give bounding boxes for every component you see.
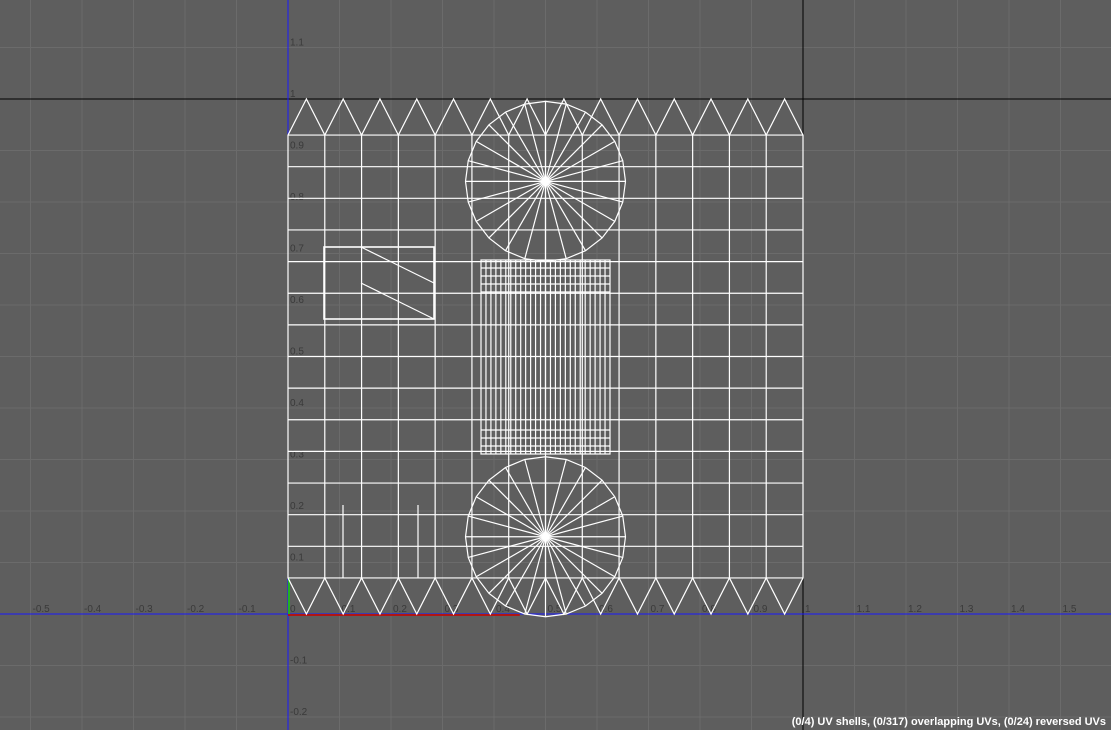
uv-shell-cap-bottom[interactable] xyxy=(464,456,627,618)
uv-shell-cap-top[interactable] xyxy=(464,100,627,263)
u-tick-label: 0.2 xyxy=(393,604,407,615)
uv-edge-diagonal xyxy=(360,246,435,284)
uv-tooth-top xyxy=(692,97,730,136)
uv-shell-side-border xyxy=(323,246,435,320)
uv-edge-diagonal xyxy=(360,282,435,320)
uv-tooth-top xyxy=(765,97,804,136)
uv-cap-top-spoke xyxy=(545,160,623,182)
uv-cap-bottom-spoke xyxy=(524,459,547,537)
uv-canvas[interactable]: -0.5 -0.4 -0.3 -0.2 -0.1 0 0.1 0.2 0.3 0.4 0.5 0.6 0… xyxy=(0,0,1111,730)
uv-tooth-top xyxy=(728,97,767,136)
u-tick-label: 1 xyxy=(805,604,811,615)
uv-tooth-top xyxy=(434,97,473,136)
uv-cap-top-spoke xyxy=(544,181,567,259)
uv-cap-bottom-spoke xyxy=(544,536,567,615)
u-tick-label: -0.2 xyxy=(187,604,205,615)
uv-cap-top-spoke xyxy=(468,160,546,182)
v-tick-label: 0.5 xyxy=(290,347,304,358)
u-tick-label: -0.4 xyxy=(84,604,102,615)
uv-tooth-top xyxy=(655,97,694,136)
uv-statistics-readout: (0/4) UV shells, (0/317) overlapping UVs… xyxy=(791,716,1106,728)
uv-tooth-top xyxy=(618,97,657,136)
v-tick-label: 0.2 xyxy=(290,501,304,512)
uv-mesh-wireframe[interactable] xyxy=(287,97,804,618)
u-tick-label: 1.5 xyxy=(1063,604,1077,615)
uv-cap-bottom-spoke xyxy=(545,515,623,538)
u-tick-label: 1.4 xyxy=(1011,604,1025,615)
uv-cap-bottom-spoke xyxy=(524,536,547,615)
v-tick-label: 1.1 xyxy=(290,38,304,49)
u-tick-label: 0.4 xyxy=(496,604,510,615)
u-tick-label: 0.7 xyxy=(651,604,665,615)
u-tick-label: 1.1 xyxy=(857,604,871,615)
u-tick-label: -0.1 xyxy=(239,604,257,615)
uv-cap-top-spoke xyxy=(468,180,546,203)
v-tick-label: 0.9 xyxy=(290,141,304,152)
uv-cap-bottom-spoke xyxy=(468,536,546,559)
u-tick-label: 0.9 xyxy=(754,604,768,615)
uv-cap-bottom-spoke xyxy=(468,515,546,538)
uv-tooth-top xyxy=(397,97,436,136)
u-tick-label: -0.5 xyxy=(33,604,51,615)
v-tick-label: -0.1 xyxy=(290,656,308,667)
v-tick-label: -0.2 xyxy=(290,707,308,718)
v-tick-label: 0.1 xyxy=(290,553,304,564)
uv-tooth-top xyxy=(287,97,326,136)
uv-tooth-top xyxy=(361,97,399,136)
v-tick-label: 1 xyxy=(290,89,296,100)
u-tick-label: 1.2 xyxy=(908,604,922,615)
uv-tooth-bottom xyxy=(508,577,547,616)
v-tick-label: 0.8 xyxy=(290,192,304,203)
uv-cap-top-spoke xyxy=(545,180,623,203)
u-tick-label: 0 xyxy=(290,604,296,615)
uv-tooth-bottom xyxy=(765,577,804,616)
uv-tooth-top xyxy=(324,97,363,136)
uv-cap-top-spoke xyxy=(524,181,547,259)
uv-cap-bottom-spoke xyxy=(544,459,567,537)
v-tick-label: 0.6 xyxy=(290,295,304,306)
u-tick-label: 1.3 xyxy=(960,604,974,615)
uv-shell-panel[interactable] xyxy=(480,259,611,455)
uv-tooth-top xyxy=(471,97,510,136)
u-tick-label: -0.3 xyxy=(136,604,154,615)
v-tick-label: 0.4 xyxy=(290,398,304,409)
v-tick-label: 0.7 xyxy=(290,244,304,255)
uv-cap-bottom-spoke xyxy=(545,536,623,559)
uv-tooth-top xyxy=(581,97,620,136)
uv-texture-editor-viewport[interactable]: -0.5 -0.4 -0.3 -0.2 -0.1 0 0.1 0.2 0.3 0.4 0.5 0.6 0… xyxy=(0,0,1111,730)
